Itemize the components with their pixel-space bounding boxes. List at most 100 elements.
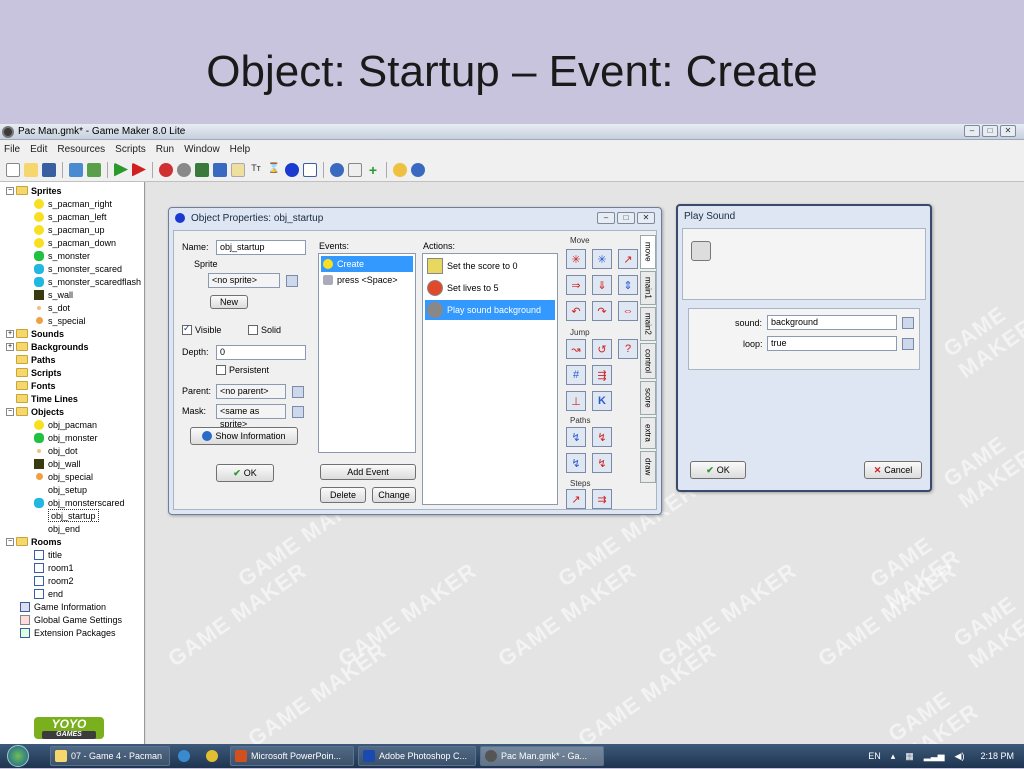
- sound-menu-icon[interactable]: [902, 317, 914, 329]
- tree-item[interactable]: s_special: [34, 314, 86, 327]
- tree-item[interactable]: s_pacman_left: [34, 210, 107, 223]
- step-towards-icon[interactable]: ↗: [566, 489, 586, 509]
- action-set-score[interactable]: Set the score to 0: [425, 256, 555, 276]
- tree-item-selected[interactable]: obj_startup: [48, 509, 99, 522]
- tab-extra[interactable]: extra: [640, 417, 656, 449]
- tree-extension-packages[interactable]: Extension Packages: [20, 626, 116, 639]
- tab-score[interactable]: score: [640, 381, 656, 415]
- extensions-icon[interactable]: +: [366, 163, 380, 177]
- reverse-horizontal-icon[interactable]: ↶: [566, 301, 586, 321]
- object-icon[interactable]: [285, 162, 299, 177]
- tree-item[interactable]: room1: [34, 561, 74, 574]
- global-settings-icon[interactable]: [348, 162, 362, 177]
- task-powerpoint[interactable]: Microsoft PowerPoin...: [230, 746, 354, 766]
- task-chrome[interactable]: [202, 746, 226, 766]
- event-press-space[interactable]: press <Space>: [321, 272, 413, 288]
- tree-folder-sprites[interactable]: − Sprites: [6, 184, 62, 197]
- tree-folder-backgrounds[interactable]: + Backgrounds: [6, 340, 89, 353]
- change-event-button[interactable]: Change: [372, 487, 416, 503]
- tree-folder-objects[interactable]: − Objects: [6, 405, 64, 418]
- tree-item[interactable]: obj_setup: [48, 483, 87, 496]
- clock[interactable]: 2:18 PM: [980, 751, 1014, 761]
- tree-folder-paths[interactable]: Paths: [16, 353, 56, 366]
- task-ie[interactable]: [174, 746, 198, 766]
- language-indicator[interactable]: EN: [868, 751, 881, 761]
- ok-button[interactable]: ✔ OK: [216, 464, 274, 482]
- open-file-icon[interactable]: [24, 162, 38, 177]
- tree-item[interactable]: s_pacman_up: [34, 223, 105, 236]
- task-folder[interactable]: 07 - Game 4 - Pacman: [50, 746, 170, 766]
- loop-field[interactable]: true: [767, 336, 897, 351]
- name-input[interactable]: obj_startup: [216, 240, 306, 255]
- menu-edit[interactable]: Edit: [30, 144, 47, 155]
- timeline-icon[interactable]: ⌛: [267, 163, 281, 177]
- tree-item[interactable]: obj_dot: [34, 444, 78, 457]
- background-icon[interactable]: [195, 162, 209, 177]
- sprite-menu-icon[interactable]: [286, 275, 298, 287]
- debug-icon[interactable]: [132, 162, 146, 177]
- menu-help[interactable]: Help: [230, 144, 251, 155]
- create-executable-icon[interactable]: [69, 162, 83, 177]
- tab-main1[interactable]: main1: [640, 271, 656, 305]
- tree-folder-timelines[interactable]: Time Lines: [16, 392, 78, 405]
- visible-checkbox[interactable]: Visible: [182, 323, 221, 335]
- game-info-icon[interactable]: [330, 162, 344, 177]
- tree-item[interactable]: obj_special: [34, 470, 93, 483]
- snap-grid-icon[interactable]: #: [566, 365, 586, 385]
- task-game-maker[interactable]: Pac Man.gmk* - Ga...: [480, 746, 604, 766]
- parent-menu-icon[interactable]: [292, 386, 304, 398]
- move-contact-icon[interactable]: ⊥: [566, 391, 586, 411]
- sprite-icon[interactable]: [159, 162, 173, 177]
- solid-checkbox[interactable]: Solid: [248, 325, 281, 335]
- action-play-sound[interactable]: Play sound background: [425, 300, 555, 320]
- add-event-button[interactable]: Add Event: [320, 464, 416, 480]
- sprite-field[interactable]: <no sprite>: [208, 273, 280, 288]
- sound-field[interactable]: background: [767, 315, 897, 330]
- tree-item[interactable]: s_monster_scaredflash: [34, 275, 141, 288]
- speed-horizontal-icon[interactable]: ⇒: [566, 275, 586, 295]
- speed-vertical-icon[interactable]: ⇓: [592, 275, 612, 295]
- publish-icon[interactable]: [87, 162, 101, 177]
- tree-item[interactable]: obj_pacman: [34, 418, 97, 431]
- set-path-icon[interactable]: ↯: [566, 427, 586, 447]
- tree-item[interactable]: obj_monsterscared: [34, 496, 125, 509]
- tree-global-settings[interactable]: Global Game Settings: [20, 613, 122, 626]
- jump-random-icon[interactable]: ?: [618, 339, 638, 359]
- new-sprite-button[interactable]: New: [210, 295, 248, 309]
- start-button[interactable]: [0, 744, 36, 768]
- move-free-icon[interactable]: ✳: [592, 249, 612, 269]
- volume-icon[interactable]: ◀): [955, 751, 965, 762]
- event-create[interactable]: Create: [321, 256, 413, 272]
- show-information-button[interactable]: Show Information: [190, 427, 298, 445]
- dialog-maximize-button[interactable]: □: [617, 212, 635, 224]
- save-icon[interactable]: [42, 162, 56, 177]
- dialog-close-button[interactable]: ✕: [637, 212, 655, 224]
- delete-event-button[interactable]: Delete: [320, 487, 366, 503]
- font-icon[interactable]: Tт: [249, 163, 263, 177]
- move-towards-icon[interactable]: ↗: [618, 249, 638, 269]
- gravity-icon[interactable]: ⇕: [618, 275, 638, 295]
- tree-item[interactable]: s_pacman_down: [34, 236, 116, 249]
- tree-item[interactable]: s_wall: [34, 288, 73, 301]
- tree-folder-rooms[interactable]: − Rooms: [6, 535, 62, 548]
- run-icon[interactable]: [114, 162, 128, 177]
- tree-game-info[interactable]: Game Information: [20, 600, 106, 613]
- sound-ok-button[interactable]: ✔ OK: [690, 461, 746, 479]
- tree-folder-scripts[interactable]: Scripts: [16, 366, 62, 379]
- mask-field[interactable]: <same as sprite>: [216, 404, 286, 429]
- manual-icon[interactable]: [393, 162, 407, 177]
- menu-scripts[interactable]: Scripts: [115, 144, 146, 155]
- tree-folder-sounds[interactable]: + Sounds: [6, 327, 64, 340]
- path-icon[interactable]: [213, 162, 227, 177]
- tree-item[interactable]: obj_monster: [34, 431, 98, 444]
- menu-window[interactable]: Window: [184, 144, 220, 155]
- close-button[interactable]: ✕: [1000, 125, 1016, 137]
- jump-start-icon[interactable]: ↺: [592, 339, 612, 359]
- tab-draw[interactable]: draw: [640, 451, 656, 483]
- mask-menu-icon[interactable]: [292, 406, 304, 418]
- sound-icon[interactable]: [177, 162, 191, 177]
- tray-expand-icon[interactable]: ▴: [891, 751, 896, 762]
- menu-run[interactable]: Run: [156, 144, 174, 155]
- step-avoiding-icon[interactable]: ⇉: [592, 489, 612, 509]
- sound-cancel-button[interactable]: ✕ Cancel: [864, 461, 922, 479]
